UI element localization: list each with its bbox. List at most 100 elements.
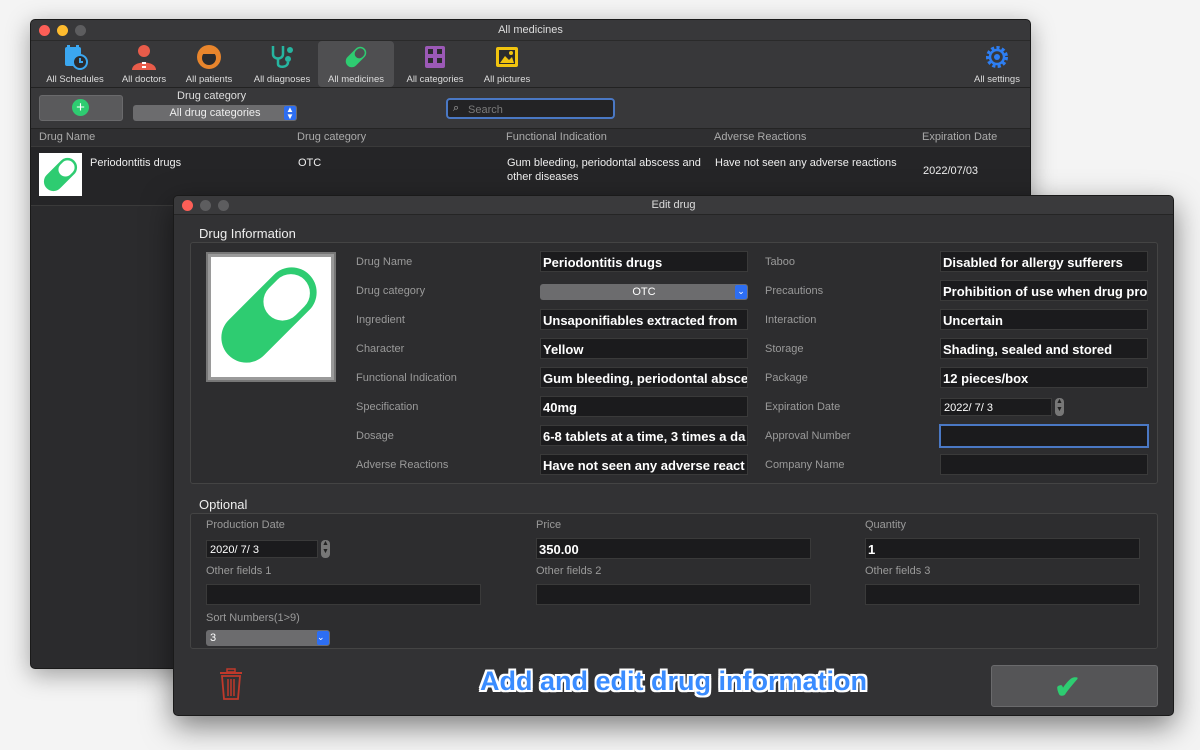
pictures-icon xyxy=(493,44,521,70)
label-approval-number: Approval Number xyxy=(765,430,851,442)
label-drug-name: Drug Name xyxy=(356,256,413,268)
label-sort-numbers: Sort Numbers(1>9) xyxy=(206,612,300,624)
patient-icon xyxy=(195,44,223,70)
chevron-down-icon: ⌄ xyxy=(317,631,329,645)
other-fields-1-input[interactable] xyxy=(206,584,481,605)
column-header[interactable]: Drug category xyxy=(297,131,366,143)
label-quantity: Quantity xyxy=(865,519,906,531)
label-price: Price xyxy=(536,519,562,531)
toolbar-pictures[interactable]: All pictures xyxy=(477,41,537,87)
column-header[interactable]: Drug Name xyxy=(39,131,95,143)
stethoscope-icon xyxy=(268,44,296,70)
toolbar-diagnoses[interactable]: All diagnoses xyxy=(249,41,315,87)
plus-icon: + xyxy=(72,99,89,116)
precautions-field[interactable]: Prohibition of use when drug pro xyxy=(940,280,1148,301)
company-name-field[interactable] xyxy=(940,454,1148,475)
toolbar-patients[interactable]: All patients xyxy=(181,41,237,87)
storage-field[interactable]: Shading, sealed and stored xyxy=(940,338,1148,359)
label-taboo: Taboo xyxy=(765,256,795,268)
drug-category-cell: OTC xyxy=(298,157,322,169)
toolbar-settings[interactable]: All settings xyxy=(967,41,1027,87)
toolbar-doctors[interactable]: All doctors xyxy=(115,41,173,87)
dialog-title: Edit drug xyxy=(651,199,696,211)
ingredient-field[interactable]: Unsaponifiables extracted from xyxy=(540,309,748,330)
interaction-field[interactable]: Uncertain xyxy=(940,309,1148,330)
label-precautions: Precautions xyxy=(765,285,824,297)
calendar-clock-icon xyxy=(61,44,89,70)
column-header[interactable]: Adverse Reactions xyxy=(714,131,806,143)
indication-cell-line1: Gum bleeding, periodontal abscess and xyxy=(507,157,701,169)
window-title: All medicines xyxy=(498,24,563,36)
toolbar-medicines[interactable]: All medicines xyxy=(318,41,394,87)
label-other-fields-2: Other fields 2 xyxy=(536,565,602,577)
label-storage: Storage xyxy=(765,343,804,355)
pill-icon xyxy=(39,153,82,196)
package-field[interactable]: 12 pieces/box xyxy=(940,367,1148,388)
section-drug-information: Drug Information xyxy=(199,226,296,241)
sort-number-select[interactable]: 3 ⌄ xyxy=(206,630,330,646)
column-header[interactable]: Expiration Date xyxy=(922,131,997,143)
expiration-date-field[interactable]: 2022/ 7/ 3 xyxy=(940,398,1052,416)
drug-category-select[interactable]: OTC ⌄ xyxy=(540,284,748,300)
production-date-stepper[interactable]: ▲ ▼ xyxy=(321,540,330,558)
adverse-cell: Have not seen any adverse reactions xyxy=(715,157,897,169)
label-character: Character xyxy=(356,343,405,355)
indication-cell-line2: other diseases xyxy=(507,171,579,183)
toolbar-categories[interactable]: All categories xyxy=(401,41,469,87)
adverse-reactions-field[interactable]: Have not seen any adverse react xyxy=(540,454,748,475)
chevron-down-icon: ⌄ xyxy=(735,285,747,299)
doctor-icon xyxy=(130,44,158,70)
label-production-date: Production Date xyxy=(206,519,285,531)
edit-drug-dialog: Edit drug Drug Information Drug Name Per… xyxy=(173,195,1174,716)
price-field[interactable]: 350.00 xyxy=(536,538,811,559)
gear-icon xyxy=(983,44,1011,70)
category-filter-select[interactable]: All drug categories ▲ ▼ xyxy=(133,105,297,121)
label-other-fields-3: Other fields 3 xyxy=(865,565,931,577)
drug-name-field[interactable]: Periodontitis drugs xyxy=(540,251,748,272)
label-functional-indication: Functional Indication xyxy=(356,372,457,384)
label-package: Package xyxy=(765,372,808,384)
table-header: Drug Name Drug category Functional Indic… xyxy=(31,129,1030,147)
pill-icon xyxy=(342,44,370,70)
optional-panel xyxy=(190,513,1158,649)
category-filter-label: Drug category xyxy=(177,90,247,102)
quantity-field[interactable]: 1 xyxy=(865,538,1140,559)
confirm-button[interactable]: ✔ xyxy=(991,665,1158,707)
label-drug-category: Drug category xyxy=(356,285,426,297)
categories-icon xyxy=(421,44,449,70)
character-field[interactable]: Yellow xyxy=(540,338,748,359)
taboo-field[interactable]: Disabled for allergy sufferers xyxy=(940,251,1148,272)
other-fields-2-input[interactable] xyxy=(536,584,811,605)
functional-indication-field[interactable]: Gum bleeding, periodontal absce xyxy=(540,367,748,388)
filter-bar: + Drug category All drug categories ▲ ▼ ⌕ xyxy=(31,88,1030,129)
specification-field[interactable]: 40mg xyxy=(540,396,748,417)
pill-icon xyxy=(221,267,317,363)
checkmark-icon: ✔ xyxy=(1054,669,1081,705)
label-specification: Specification xyxy=(356,401,419,413)
expiration-date-stepper[interactable]: ▲ ▼ xyxy=(1055,398,1064,416)
section-optional: Optional xyxy=(199,497,248,512)
toolbar-schedules[interactable]: All Schedules xyxy=(41,41,109,87)
search-box[interactable]: ⌕ xyxy=(446,98,615,119)
dialog-titlebar: Edit drug xyxy=(174,196,1173,215)
label-other-fields-1: Other fields 1 xyxy=(206,565,272,577)
label-interaction: Interaction xyxy=(765,314,817,326)
production-date-field[interactable]: 2020/ 7/ 3 xyxy=(206,540,318,558)
column-header[interactable]: Functional Indication xyxy=(506,131,607,143)
label-expiration-date: Expiration Date xyxy=(765,401,841,413)
add-drug-button[interactable]: + xyxy=(39,95,123,121)
drug-picture[interactable] xyxy=(206,252,336,382)
label-company-name: Company Name xyxy=(765,459,845,471)
search-input[interactable] xyxy=(466,100,610,119)
main-toolbar: All Schedules All doctors All patients A… xyxy=(31,41,1030,88)
search-icon: ⌕ xyxy=(453,102,460,114)
dosage-field[interactable]: 6-8 tablets at a time, 3 times a da xyxy=(540,425,748,446)
label-dosage: Dosage xyxy=(356,430,394,442)
other-fields-3-input[interactable] xyxy=(865,584,1140,605)
approval-number-field[interactable] xyxy=(939,424,1149,448)
expiration-cell: 2022/07/03 xyxy=(923,165,979,177)
updown-arrows-icon: ▲ ▼ xyxy=(284,106,296,121)
label-ingredient: Ingredient xyxy=(356,314,405,326)
drug-name-cell: Periodontitis drugs xyxy=(90,157,182,169)
label-adverse-reactions: Adverse Reactions xyxy=(356,459,449,471)
